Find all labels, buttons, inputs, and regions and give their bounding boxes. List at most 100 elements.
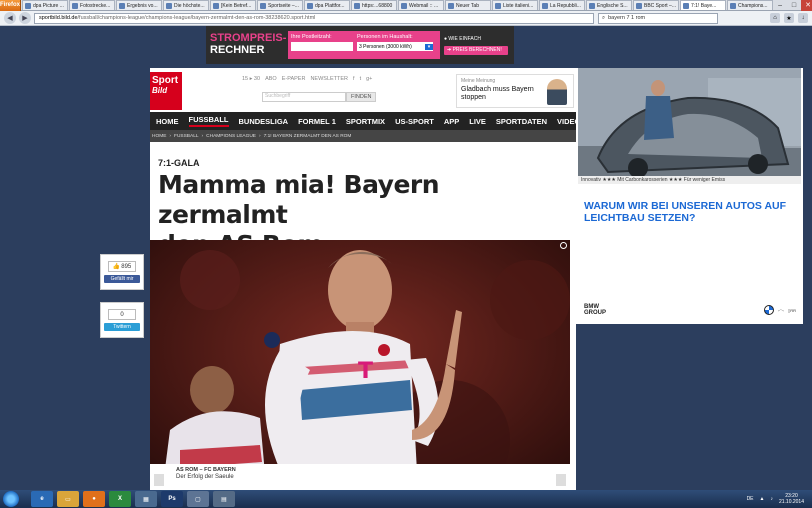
ie-icon[interactable]: e [31, 491, 53, 507]
prev-arrow-icon[interactable] [154, 474, 164, 486]
browser-tab[interactable]: [Kein Betref... [210, 0, 257, 10]
excel-icon[interactable]: X [109, 491, 131, 507]
breadcrumb-item[interactable]: FUSSBALL [174, 134, 199, 139]
forward-icon[interactable]: ▶ [19, 12, 31, 24]
zoom-icon[interactable] [560, 242, 567, 249]
browser-tab[interactable]: Liste italieni... [492, 0, 539, 10]
browser-tab[interactable]: dpa Plattfor... [304, 0, 351, 10]
facebook-like-button[interactable]: Gefällt mir [104, 275, 140, 283]
home-icon[interactable]: ⌂ [770, 13, 780, 23]
columnist-avatar [547, 79, 567, 105]
browser-tab-label: Webmail :: ... [409, 2, 439, 9]
browser-tab[interactable]: Champions... [727, 0, 774, 10]
browser-tab-label: BBC Sport –... [644, 2, 676, 9]
caption-title: AS ROM – FC BAYERN [176, 467, 236, 473]
site-search-input[interactable]: Suchbegriff [262, 92, 346, 102]
breadcrumb-item[interactable]: HOME [152, 134, 166, 139]
persons-select[interactable]: 3 Personen (3000 kWh) ▾ [357, 42, 433, 51]
network-icon[interactable]: ▲ [760, 496, 765, 502]
strompreis-form: Ihre Postleitzahl: Personen im Haushalt:… [288, 31, 440, 59]
caption-text: Der Erfolg der Saeule [176, 474, 234, 480]
service-link[interactable]: ABO [265, 76, 277, 82]
service-link[interactable]: 15 ▸ 30 [242, 76, 260, 82]
opinion-teaser[interactable]: Meine Meinung Gladbach muss Bayern stopp… [456, 74, 574, 108]
browser-tab[interactable]: 7:1! Baye... [680, 0, 727, 10]
start-button-icon[interactable] [3, 491, 19, 507]
browser-tab[interactable]: Englische S... [586, 0, 633, 10]
browser-tab[interactable]: Die höchste... [163, 0, 210, 10]
breadcrumb: HOME › FUSSBALL › CHAMPIONS LEAGUE › 7:1! BAYE… [150, 130, 576, 142]
breadcrumb-separator-icon: › [259, 133, 261, 139]
sportbild-logo[interactable]: Sport Bild [150, 72, 182, 110]
photoshop-icon[interactable]: Ps [161, 491, 183, 507]
bmw-ad-photo [578, 68, 801, 184]
search-icon: ⌕ [602, 14, 606, 21]
postcode-input[interactable] [291, 42, 353, 51]
twitter-tweet-button[interactable]: Twittern [104, 323, 140, 331]
app-icon[interactable]: ▦ [135, 491, 157, 507]
nav-item-fussball[interactable]: FUSSBALL [188, 115, 229, 127]
firefox-icon[interactable]: ● [83, 491, 105, 507]
nav-item-sportmix[interactable]: SPORTMIX [346, 117, 385, 126]
browser-tab[interactable]: La Repubbli... [539, 0, 586, 10]
browser-tab[interactable]: BBC Sport –... [633, 0, 680, 10]
nav-item-bundesliga[interactable]: BUNDESLIGA [239, 117, 289, 126]
favicon-icon [354, 2, 361, 9]
browser-tab-label: Sportseite –... [268, 2, 299, 9]
window-icon[interactable]: ▢ [187, 491, 209, 507]
browser-tab-label: Fotostrecke... [80, 2, 111, 9]
browser-tab[interactable]: Sportseite –... [257, 0, 304, 10]
back-icon[interactable]: ◀ [4, 12, 16, 24]
browser-tab-label: Liste italieni... [503, 2, 534, 9]
volume-icon[interactable]: ♪ [770, 496, 773, 502]
minimize-icon[interactable]: – [773, 0, 787, 11]
breadcrumb-item[interactable]: 7:1! BAYERN ZERMALMT DEN AS ROM [264, 134, 352, 139]
service-link[interactable]: g+ [366, 76, 372, 82]
calculator-icon[interactable]: ▤ [213, 491, 235, 507]
nav-item-sportdaten[interactable]: SPORTDATEN [496, 117, 547, 126]
opinion-title: Gladbach muss Bayern stoppen [461, 86, 534, 101]
favicon-icon [495, 2, 502, 9]
browser-search-value: bayern 7 1 rom [608, 15, 646, 21]
persons-label: Personen im Haushalt: [357, 34, 413, 40]
language-indicator[interactable]: DE [747, 496, 754, 502]
nav-item-home[interactable]: HOME [156, 117, 179, 126]
nav-item-app[interactable]: APP [444, 117, 459, 126]
favicon-icon [589, 2, 596, 9]
url-bar[interactable]: sportbild.bild.de/fussball/champions-lea… [34, 12, 594, 24]
next-arrow-icon[interactable] [556, 474, 566, 486]
bmw-ad-strip: Innovativ ★★★ Mit Carbonkarosserien ★★★ … [578, 176, 801, 184]
browser-tab[interactable]: Fotostrecke... [69, 0, 116, 10]
browser-tab[interactable]: dpa Picture ... [22, 0, 69, 10]
explorer-icon[interactable]: ▭ [57, 491, 79, 507]
bookmark-icon[interactable]: ★ [784, 13, 794, 23]
facebook-share-box: 👍 895 Gefällt mir [100, 254, 144, 290]
close-icon[interactable]: ✕ [801, 0, 812, 11]
strompreis-ad-banner[interactable]: STROMPREIS- RECHNER Ihre Postleitzahl: P… [206, 26, 514, 64]
preis-berechnen-button[interactable]: ➔ PREIS BERECHNEN! [444, 45, 508, 55]
bmw-ad[interactable]: Innovativ ★★★ Mit Carbonkarosserien ★★★ … [576, 68, 803, 324]
service-link[interactable]: NEWSLETTER [310, 76, 348, 82]
nav-item-us-sport[interactable]: US-SPORT [395, 117, 434, 126]
service-link[interactable]: f [353, 76, 355, 82]
service-link[interactable]: t [360, 76, 362, 82]
maximize-icon[interactable]: □ [787, 0, 801, 11]
browser-tab-label: Englische S... [597, 2, 628, 9]
browser-tab[interactable]: Neuer Tab [445, 0, 492, 10]
service-link[interactable]: E-PAPER [282, 76, 306, 82]
browser-tab[interactable]: Ergebnis vo... [116, 0, 163, 10]
nav-item-formel-1[interactable]: FORMEL 1 [298, 117, 336, 126]
browser-tab[interactable]: Webmail :: ... [398, 0, 445, 10]
clock[interactable]: 23:20 21.10.2014 [779, 493, 804, 505]
favicon-icon [213, 2, 220, 9]
nav-item-live[interactable]: LIVE [469, 117, 486, 126]
main-navigation: HOME FUSSBALL BUNDESLIGA FORMEL 1 SPORTMIX US… [150, 112, 580, 130]
svg-text:T: T [358, 359, 373, 384]
breadcrumb-item[interactable]: CHAMPIONS LEAGUE [206, 134, 256, 139]
download-icon[interactable]: ↓ [798, 13, 808, 23]
ad-logo-line2: RECHNER [210, 44, 265, 56]
firefox-menu-button[interactable]: Firefox [0, 0, 22, 11]
browser-tab[interactable]: https:...68800 [351, 0, 398, 10]
browser-search-input[interactable]: ⌕ bayern 7 1 rom [598, 12, 718, 24]
site-search-button[interactable]: FINDEN [346, 92, 377, 102]
